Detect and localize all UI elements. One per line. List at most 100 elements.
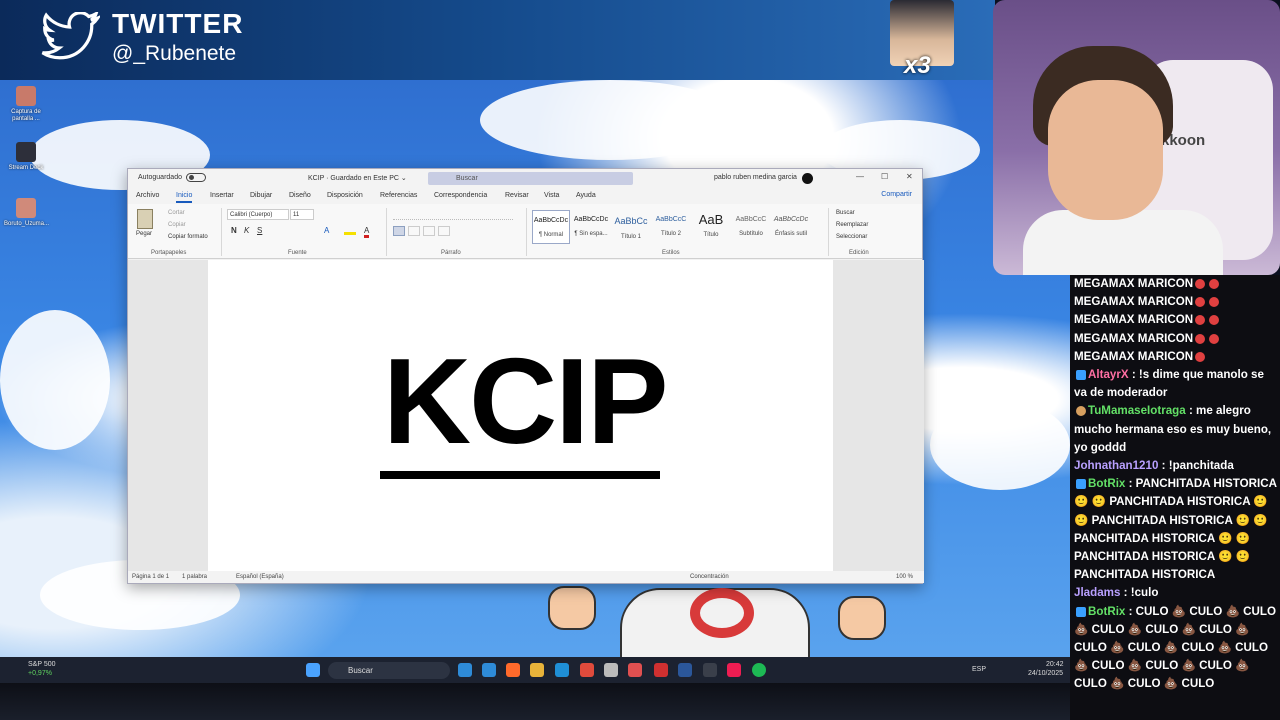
badge-icon	[1076, 606, 1086, 617]
zoom-level[interactable]: 100 %	[896, 574, 913, 580]
chat-username[interactable]: BotRix	[1088, 477, 1125, 490]
document-page[interactable]: KCIP	[208, 260, 833, 573]
tab-dibujar[interactable]: Dibujar	[250, 192, 272, 199]
tab-ayuda[interactable]: Ayuda	[576, 192, 596, 199]
tab-archivo[interactable]: Archivo	[136, 192, 159, 199]
select-button[interactable]: Seleccionar	[836, 234, 867, 240]
firefox-icon[interactable]	[506, 663, 520, 677]
stock-name[interactable]: S&P 500	[28, 661, 56, 668]
chat-message: BotRix : CULO 💩 CULO 💩 CULO 💩 CULO 💩 CUL…	[1074, 603, 1280, 694]
tab-correspondencia[interactable]: Correspondencia	[434, 192, 487, 199]
badge-icon	[1076, 479, 1086, 490]
style-name: Título 2	[660, 231, 681, 237]
style-sample: AaBbCcC	[655, 216, 687, 223]
search-box[interactable]: Buscar	[428, 172, 633, 185]
cloud	[0, 310, 110, 450]
chat-username[interactable]: Jladams	[1074, 586, 1120, 599]
cut-button[interactable]: Cortar	[168, 210, 185, 216]
tab-diseno[interactable]: Diseño	[289, 192, 311, 199]
focus-mode[interactable]: Concentración	[690, 574, 729, 580]
minimize-button[interactable]: —	[856, 172, 864, 181]
chat-message: BotRix : PANCHITADA HISTORICA 🙂 🙂 PANCHI…	[1074, 475, 1280, 584]
style-subtitle[interactable]: AaBbCcC Subtítulo	[732, 210, 770, 244]
italic-button[interactable]: K	[244, 226, 249, 235]
style-normal[interactable]: AaBbCcDc ¶ Normal	[532, 210, 570, 244]
paste-icon[interactable]	[137, 209, 153, 229]
widgets-icon[interactable]	[482, 663, 496, 677]
style-no-spacing[interactable]: AaBbCcDc ¶ Sin espa...	[572, 210, 610, 244]
word-count[interactable]: 1 palabra	[182, 574, 207, 580]
clock-date[interactable]: 24/10/2025	[1028, 670, 1063, 677]
task-view-icon[interactable]	[458, 663, 472, 677]
chat-username[interactable]: AltayrX	[1088, 368, 1129, 381]
page-count[interactable]: Página 1 de 1	[132, 574, 169, 580]
app-icon[interactable]	[654, 663, 668, 677]
maximize-button[interactable]: ☐	[881, 172, 888, 181]
app-icon[interactable]	[628, 663, 642, 677]
underline-button[interactable]: S	[257, 226, 262, 235]
app-icon[interactable]	[604, 663, 618, 677]
desktop-icon-screenshot[interactable]: Captura de pantalla ...	[4, 86, 48, 123]
desktop-icon-boruto[interactable]: Boruto_Uzuma...	[4, 198, 49, 228]
clock-time[interactable]: 20:42	[1046, 661, 1064, 668]
red-emote-icon	[1195, 351, 1206, 362]
user-name[interactable]: pablo ruben medina garcia	[714, 174, 797, 181]
font-color-button[interactable]: A	[364, 226, 370, 238]
close-button[interactable]: ✕	[906, 172, 913, 181]
document-text[interactable]: KCIP	[383, 340, 668, 462]
stock-change: +0,97%	[28, 670, 52, 677]
replace-button[interactable]: Reemplazar	[836, 222, 868, 228]
chat-text: : PANCHITADA HISTORICA 🙂 🙂 PANCHITADA HI…	[1074, 477, 1277, 582]
align-center-button[interactable]	[408, 226, 420, 236]
chat-username[interactable]: Johnathan1210	[1074, 459, 1158, 472]
style-title[interactable]: AaB Título	[692, 210, 730, 244]
justify-button[interactable]	[438, 226, 450, 236]
tab-revisar[interactable]: Revisar	[505, 192, 529, 199]
start-icon[interactable]	[306, 663, 320, 677]
badge-icon	[1076, 406, 1086, 417]
style-heading-1[interactable]: AaBbCc Título 1	[612, 210, 650, 244]
avatar[interactable]	[802, 173, 813, 184]
desktop-icon-label: Captura de pantalla ...	[11, 109, 41, 122]
chat-username[interactable]: TuMamaseIotraga	[1088, 404, 1186, 417]
tab-insertar[interactable]: Insertar	[210, 192, 234, 199]
chrome-icon[interactable]	[580, 663, 594, 677]
format-painter-button[interactable]: Copiar formato	[168, 234, 208, 240]
font-size-select[interactable]: 11	[290, 209, 314, 220]
copy-button[interactable]: Copiar	[168, 222, 186, 228]
taskbar-search[interactable]: Buscar	[328, 662, 450, 679]
align-left-button[interactable]	[393, 226, 405, 236]
style-sample: AaBbCcDc	[533, 217, 569, 224]
desktop-icon-stream-deck[interactable]: Stream Deck	[4, 142, 48, 172]
language[interactable]: Español (España)	[236, 574, 284, 580]
tab-vista[interactable]: Vista	[544, 192, 559, 199]
style-heading-2[interactable]: AaBbCcC Título 2	[652, 210, 690, 244]
input-language[interactable]: ESP	[972, 666, 986, 673]
word-icon[interactable]	[678, 663, 692, 677]
document-title[interactable]: KCIP · Guardado en Este PC ⌄	[308, 174, 407, 182]
text-effects-button[interactable]: A	[324, 226, 329, 235]
autosave-toggle[interactable]	[186, 173, 206, 182]
find-button[interactable]: Buscar	[836, 210, 855, 216]
edge-icon[interactable]	[555, 663, 569, 677]
red-emote-icon	[1209, 297, 1220, 308]
style-subtle-emphasis[interactable]: AaBbCcDc Énfasis sutil	[772, 210, 810, 244]
font-name-select[interactable]: Calibri (Cuerpo)	[227, 209, 289, 220]
tab-referencias[interactable]: Referencias	[380, 192, 417, 199]
bold-button[interactable]: N	[231, 226, 237, 235]
chat-username[interactable]: BotRix	[1088, 605, 1125, 618]
document-area[interactable]: KCIP	[128, 260, 924, 573]
list-buttons-row[interactable]	[393, 210, 513, 220]
share-button[interactable]: Compartir	[881, 191, 912, 198]
align-right-button[interactable]	[423, 226, 435, 236]
paste-button[interactable]: Pegar	[136, 231, 152, 237]
spotify-icon[interactable]	[752, 663, 766, 677]
tab-disposicion[interactable]: Disposición	[327, 192, 363, 199]
tab-inicio[interactable]: Inicio	[176, 192, 193, 203]
highlight-button[interactable]	[344, 226, 356, 235]
folder-icon[interactable]	[530, 663, 544, 677]
tiktok-icon[interactable]	[727, 663, 741, 677]
status-bar: Página 1 de 1 1 palabra Español (España)…	[128, 571, 924, 583]
obs-icon[interactable]	[703, 663, 717, 677]
overlay-bottom-strip	[0, 683, 1070, 720]
